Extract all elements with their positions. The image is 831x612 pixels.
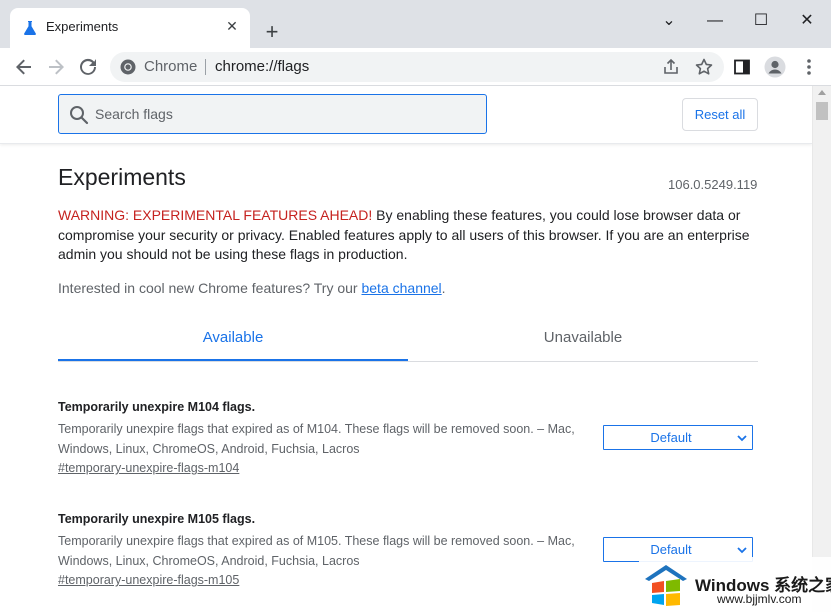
side-panel-icon [734,59,750,75]
beta-suffix: . [441,280,446,296]
profile-button[interactable] [763,55,787,79]
flask-icon [24,21,36,35]
kebab-menu-icon [807,59,811,75]
side-panel-button[interactable] [730,55,754,79]
flag-state-value: Default [650,430,692,445]
beta-prefix: Interested in cool new Chrome features? … [58,280,362,296]
menu-button[interactable] [797,55,821,79]
tab-available[interactable]: Available [58,324,408,362]
flag-description: Temporarily unexpire flags that expired … [58,534,575,568]
tab-strip: Experiments ✕ + ⌄ — ☐ ✕ [0,0,831,48]
watermark-url: www.bjjmlv.com [717,592,802,606]
warning-label: WARNING: EXPERIMENTAL FEATURES AHEAD! [58,207,373,223]
flag-state-value: Default [650,542,692,557]
flag-anchor-link[interactable]: #temporary-unexpire-flags-m105 [58,573,239,587]
scroll-up-arrow-icon[interactable] [818,90,826,95]
warning-message: WARNING: EXPERIMENTAL FEATURES AHEAD! By… [58,206,758,265]
flag-state-select[interactable]: Default [603,425,753,450]
url-text[interactable]: chrome://flags [215,58,309,75]
address-separator [205,59,206,75]
selected-tab-indicator [58,359,408,361]
chrome-logo-icon [120,59,136,75]
tab-unavailable[interactable]: Unavailable [408,324,758,362]
beta-channel-link[interactable]: beta channel [361,280,441,296]
forward-button[interactable] [44,55,68,79]
maximize-button[interactable]: ☐ [750,10,772,32]
back-button[interactable] [12,55,36,79]
chevron-down-icon [737,547,747,554]
flags-page: Reset all Experiments 106.0.5249.119 WAR… [0,86,812,612]
watermark: Windows 系统之家 www.bjjmlv.com [639,557,831,612]
close-window-button[interactable]: ✕ [796,10,818,32]
new-tab-button[interactable]: + [262,21,282,43]
windows-logo-icon [645,565,687,606]
search-icon [70,106,89,125]
page-title: Experiments [58,164,186,190]
minimize-button[interactable]: — [704,10,726,32]
flag-name: Temporarily unexpire M105 flags. [58,512,256,526]
tab-close-icon[interactable]: ✕ [224,18,240,34]
search-box[interactable] [58,94,487,134]
tab-search-button[interactable]: ⌄ [658,10,680,32]
site-name: Chrome [144,58,198,75]
browser-toolbar: Chrome chrome://flags [0,48,831,86]
flag-entry: Temporarily unexpire M104 flags. Tempora… [58,400,758,490]
flag-description: Temporarily unexpire flags that expired … [58,422,575,456]
flag-anchor-link[interactable]: #temporary-unexpire-flags-m104 [58,461,239,475]
flag-name: Temporarily unexpire M104 flags. [58,400,256,414]
tab-title: Experiments [46,19,119,34]
scroll-thumb[interactable] [816,102,828,120]
reload-button[interactable] [76,55,100,79]
share-icon[interactable] [662,58,680,76]
chevron-down-icon [737,435,747,442]
tab-experiments[interactable]: Experiments ✕ [10,8,250,48]
bookmark-star-icon[interactable] [694,57,714,77]
tabs-divider [58,361,758,362]
reset-all-button[interactable]: Reset all [682,98,758,131]
avatar-icon [764,56,786,78]
arrow-left-icon [16,59,31,75]
beta-channel-message: Interested in cool new Chrome features? … [58,280,446,296]
reload-icon [80,58,96,75]
version-number: 106.0.5249.119 [668,177,758,192]
arrow-right-icon [49,59,64,75]
page-scrollbar[interactable] [812,86,831,612]
search-input[interactable] [95,103,475,125]
address-bar[interactable]: Chrome chrome://flags [110,52,724,82]
flags-header: Reset all [0,86,812,144]
